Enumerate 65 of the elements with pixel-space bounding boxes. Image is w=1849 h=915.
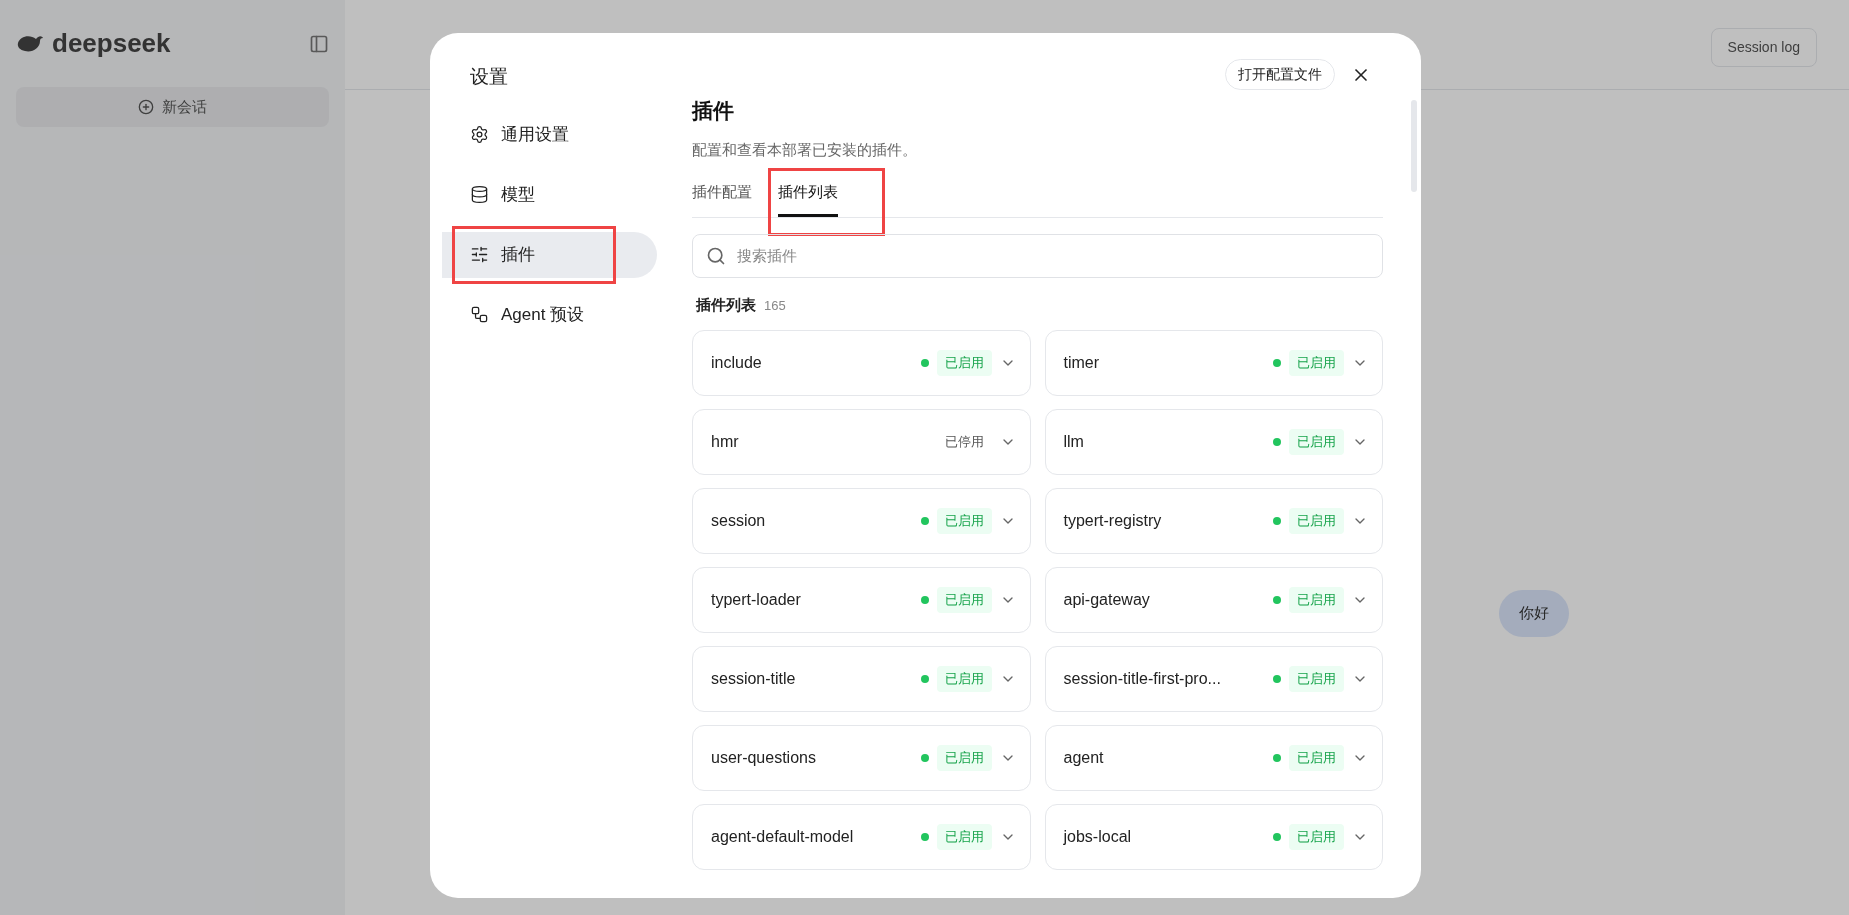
plugin-name: session: [711, 511, 766, 531]
plugin-name: include: [711, 353, 762, 373]
status-label: 已停用: [943, 433, 985, 452]
status-badge: 已启用: [936, 508, 992, 534]
plugin-name: agent-default-model: [711, 827, 854, 847]
settings-nav-item[interactable]: 模型: [442, 171, 657, 218]
plugin-card[interactable]: typert-registry 已启用: [1044, 488, 1383, 554]
plugin-name: timer: [1063, 353, 1100, 373]
tab[interactable]: 插件配置: [692, 177, 752, 217]
status-badge: 已启用: [1289, 666, 1344, 692]
plugin-card[interactable]: jobs-local 已启用: [1044, 804, 1383, 870]
new-chat-button[interactable]: 新会话: [16, 87, 329, 127]
plugin-name: llm: [1063, 432, 1084, 452]
plugin-card[interactable]: timer 已启用: [1044, 330, 1383, 396]
plugin-card[interactable]: session-title-first-pro... 已启用: [1044, 646, 1383, 712]
plugin-name: session-title: [711, 669, 796, 689]
settings-nav-item[interactable]: 插件: [442, 231, 657, 278]
plus-icon: [138, 99, 154, 115]
sliders-icon: [470, 245, 489, 264]
status-badge: 已启用: [1289, 429, 1344, 455]
plugin-card[interactable]: hmr 已停用: [692, 409, 1031, 475]
plugin-card[interactable]: user-questions 已启用: [692, 725, 1031, 791]
status-badge: 已启用: [936, 745, 992, 771]
settings-nav-item[interactable]: 通用设置: [442, 111, 657, 158]
status-badge: 已启用: [1289, 350, 1344, 376]
session-log-button[interactable]: Session log: [1710, 28, 1817, 67]
status-badge: 已启用: [1289, 745, 1344, 771]
section-description: 配置和查看本部署已安装的插件。: [692, 139, 918, 160]
status-badge: 已启用: [936, 824, 992, 850]
database-icon: [470, 185, 489, 204]
plugin-card[interactable]: agent 已启用: [1044, 725, 1383, 791]
plugin-count: 165: [764, 296, 786, 315]
status-badge: 已启用: [1289, 824, 1344, 850]
plugin-name: typert-loader: [711, 590, 801, 610]
plugin-name: api-gateway: [1063, 590, 1150, 610]
status-badge: 已启用: [1289, 587, 1344, 613]
search-icon: [706, 245, 726, 266]
plugin-card[interactable]: session 已启用: [692, 488, 1031, 554]
sidebar-toggle-icon[interactable]: [309, 33, 329, 54]
plugin-card[interactable]: llm 已启用: [1044, 409, 1383, 475]
tab[interactable]: 插件列表: [778, 177, 838, 217]
app-logo: deepseek: [52, 27, 171, 60]
plugin-name: jobs-local: [1063, 827, 1132, 847]
plugin-card[interactable]: include 已启用: [692, 330, 1031, 396]
plugin-card[interactable]: agent-default-model 已启用: [692, 804, 1031, 870]
section-heading: 插件: [692, 98, 735, 124]
plugin-name: hmr: [711, 432, 739, 452]
plugin-name: agent: [1063, 748, 1104, 768]
plugin-name: session-title-first-pro...: [1063, 669, 1221, 689]
status-badge: 已启用: [936, 350, 992, 376]
status-badge: 已启用: [936, 666, 992, 692]
status-badge: 已启用: [1289, 508, 1344, 534]
search-field[interactable]: 搜索插件: [692, 233, 1383, 278]
dialog-title: 设置: [469, 65, 509, 89]
status-badge: 已启用: [936, 587, 992, 613]
plugin-card[interactable]: session-title 已启用: [692, 646, 1031, 712]
plugin-name: user-questions: [711, 748, 816, 768]
chat-message-bubble: 你好: [1499, 590, 1569, 637]
settings-nav-item[interactable]: Agent 预设: [442, 291, 657, 338]
nodes-icon: [470, 305, 489, 324]
settings-icon: [470, 125, 489, 144]
plugin-card[interactable]: api-gateway 已启用: [1044, 567, 1383, 633]
list-title: 插件列表: [696, 294, 756, 315]
plugin-card[interactable]: typert-loader 已启用: [692, 567, 1031, 633]
plugin-name: typert-registry: [1063, 511, 1162, 531]
